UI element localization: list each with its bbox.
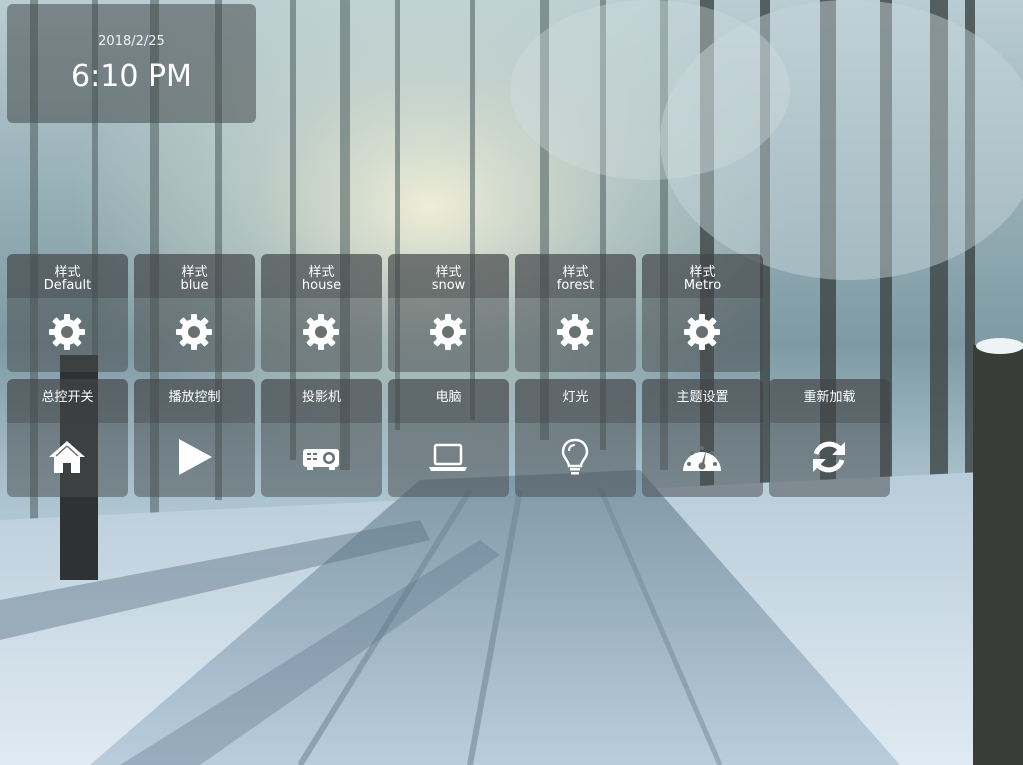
lightbulb-icon — [555, 437, 595, 477]
tile-label: 总控开关 — [41, 390, 94, 405]
tile-header: 主题设置 — [642, 379, 763, 423]
tile-header: 投影机 — [261, 379, 382, 423]
gear-icon — [47, 312, 87, 352]
tile-header: 样式 snow — [388, 254, 509, 298]
theme-label-name: blue — [180, 278, 209, 293]
gear-icon — [428, 312, 468, 352]
tile-label: 投影机 — [301, 390, 341, 405]
tile-header: 灯光 — [515, 379, 636, 423]
tile-header: 样式 Default — [7, 254, 128, 298]
projector-button[interactable]: 投影机 — [261, 379, 382, 497]
theme-settings-button[interactable]: 主题设置 — [642, 379, 763, 497]
reload-button[interactable]: 重新加载 — [769, 379, 890, 497]
theme-snow-button[interactable]: 样式 snow — [388, 254, 509, 372]
gear-icon — [301, 312, 341, 352]
tile-header: 重新加载 — [769, 379, 890, 423]
tile-label: 电脑 — [435, 390, 462, 405]
clock-widget: 2018/2/25 6:10 PM — [7, 4, 256, 123]
dashboard-icon — [682, 437, 722, 477]
projector-icon — [301, 437, 341, 477]
theme-label-name: snow — [431, 278, 466, 293]
tile-label: 播放控制 — [168, 390, 221, 405]
clock-time: 6:10 PM — [71, 59, 192, 94]
tile-label: 灯光 — [562, 390, 589, 405]
master-switch-button[interactable]: 总控开关 — [7, 379, 128, 497]
tile-header: 样式 house — [261, 254, 382, 298]
tile-label: 重新加载 — [803, 390, 856, 405]
tile-header: 样式 forest — [515, 254, 636, 298]
home-icon — [47, 437, 87, 477]
theme-metro-button[interactable]: 样式 Metro — [642, 254, 763, 372]
theme-label-name: Metro — [683, 278, 722, 293]
home-screen: 2018/2/25 6:10 PM 样式 Default 样式 blue 样式 … — [0, 0, 1023, 765]
lighting-button[interactable]: 灯光 — [515, 379, 636, 497]
gear-icon — [682, 312, 722, 352]
tile-header: 总控开关 — [7, 379, 128, 423]
gear-icon — [174, 312, 214, 352]
theme-label-name: Default — [43, 278, 92, 293]
theme-default-button[interactable]: 样式 Default — [7, 254, 128, 372]
theme-label-name: forest — [556, 278, 595, 293]
theme-blue-button[interactable]: 样式 blue — [134, 254, 255, 372]
theme-forest-button[interactable]: 样式 forest — [515, 254, 636, 372]
tile-header: 样式 Metro — [642, 254, 763, 298]
tile-header: 电脑 — [388, 379, 509, 423]
theme-house-button[interactable]: 样式 house — [261, 254, 382, 372]
tile-header: 播放控制 — [134, 379, 255, 423]
tile-header: 样式 blue — [134, 254, 255, 298]
laptop-icon — [428, 437, 468, 477]
gear-icon — [555, 312, 595, 352]
clock-date: 2018/2/25 — [98, 34, 165, 49]
tile-label: 主题设置 — [676, 390, 729, 405]
theme-label-name: house — [301, 278, 342, 293]
reload-icon — [809, 437, 849, 477]
play-icon — [174, 437, 214, 477]
playback-control-button[interactable]: 播放控制 — [134, 379, 255, 497]
computer-button[interactable]: 电脑 — [388, 379, 509, 497]
